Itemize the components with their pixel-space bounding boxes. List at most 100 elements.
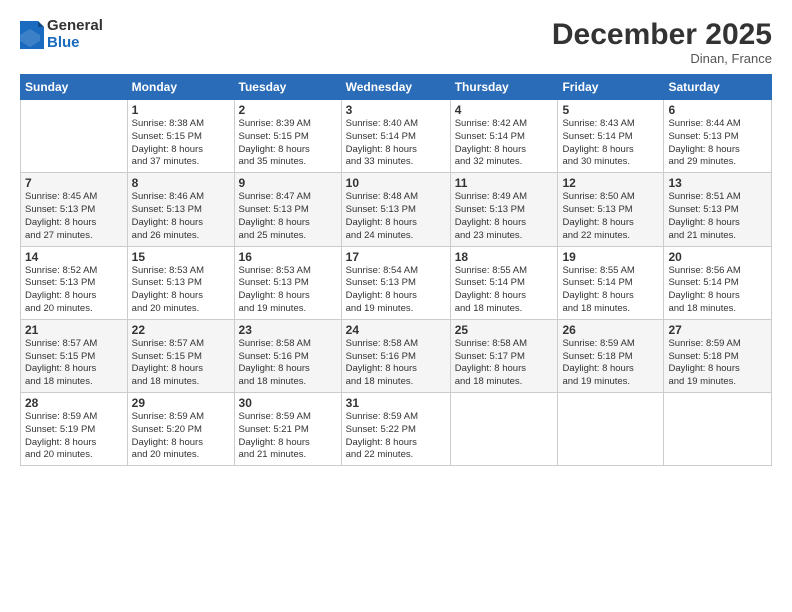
day-info-line: Daylight: 8 hours bbox=[455, 363, 554, 376]
col-wednesday: Wednesday bbox=[341, 75, 450, 100]
day-info-line: Daylight: 8 hours bbox=[668, 290, 767, 303]
table-row: 5Sunrise: 8:43 AMSunset: 5:14 PMDaylight… bbox=[558, 100, 664, 173]
table-row: 18Sunrise: 8:55 AMSunset: 5:14 PMDayligh… bbox=[450, 246, 558, 319]
logo-icon bbox=[20, 21, 44, 49]
day-info-line: Sunrise: 8:59 AM bbox=[132, 411, 230, 424]
day-info-line: Sunrise: 8:58 AM bbox=[455, 338, 554, 351]
table-row: 27Sunrise: 8:59 AMSunset: 5:18 PMDayligh… bbox=[664, 319, 772, 392]
day-info-line: Sunset: 5:13 PM bbox=[25, 277, 123, 290]
day-info-line: Daylight: 8 hours bbox=[346, 437, 446, 450]
table-row: 26Sunrise: 8:59 AMSunset: 5:18 PMDayligh… bbox=[558, 319, 664, 392]
day-number: 24 bbox=[346, 323, 446, 337]
day-info-line: and 22 minutes. bbox=[346, 449, 446, 462]
day-info-line: Daylight: 8 hours bbox=[239, 363, 337, 376]
day-info-line: and 23 minutes. bbox=[455, 230, 554, 243]
day-info-line: Daylight: 8 hours bbox=[132, 437, 230, 450]
day-info-line: Sunset: 5:16 PM bbox=[346, 351, 446, 364]
day-info-line: Sunset: 5:18 PM bbox=[668, 351, 767, 364]
calendar-week-row: 7Sunrise: 8:45 AMSunset: 5:13 PMDaylight… bbox=[21, 173, 772, 246]
day-info-line: Sunrise: 8:59 AM bbox=[668, 338, 767, 351]
day-info-line: Daylight: 8 hours bbox=[346, 290, 446, 303]
day-info-line: and 22 minutes. bbox=[562, 230, 659, 243]
table-row: 11Sunrise: 8:49 AMSunset: 5:13 PMDayligh… bbox=[450, 173, 558, 246]
col-thursday: Thursday bbox=[450, 75, 558, 100]
page: General Blue December 2025 Dinan, France… bbox=[0, 0, 792, 612]
day-info-line: Sunrise: 8:46 AM bbox=[132, 191, 230, 204]
day-info-line: Sunrise: 8:52 AM bbox=[25, 265, 123, 278]
day-info-line: Daylight: 8 hours bbox=[562, 363, 659, 376]
day-info-line: Sunset: 5:15 PM bbox=[239, 131, 337, 144]
day-number: 25 bbox=[455, 323, 554, 337]
table-row: 13Sunrise: 8:51 AMSunset: 5:13 PMDayligh… bbox=[664, 173, 772, 246]
day-info-line: Daylight: 8 hours bbox=[455, 144, 554, 157]
day-number: 12 bbox=[562, 176, 659, 190]
day-info-line: Sunrise: 8:58 AM bbox=[239, 338, 337, 351]
day-info-line: and 18 minutes. bbox=[668, 303, 767, 316]
calendar-week-row: 14Sunrise: 8:52 AMSunset: 5:13 PMDayligh… bbox=[21, 246, 772, 319]
day-info-line: and 21 minutes. bbox=[239, 449, 337, 462]
day-number: 30 bbox=[239, 396, 337, 410]
table-row: 25Sunrise: 8:58 AMSunset: 5:17 PMDayligh… bbox=[450, 319, 558, 392]
calendar-week-row: 28Sunrise: 8:59 AMSunset: 5:19 PMDayligh… bbox=[21, 393, 772, 466]
day-info-line: Sunrise: 8:38 AM bbox=[132, 118, 230, 131]
header: General Blue December 2025 Dinan, France bbox=[20, 18, 772, 66]
logo-blue-text: Blue bbox=[47, 35, 103, 52]
day-number: 26 bbox=[562, 323, 659, 337]
day-info-line: and 19 minutes. bbox=[346, 303, 446, 316]
day-info-line: and 33 minutes. bbox=[346, 156, 446, 169]
table-row: 15Sunrise: 8:53 AMSunset: 5:13 PMDayligh… bbox=[127, 246, 234, 319]
table-row: 20Sunrise: 8:56 AMSunset: 5:14 PMDayligh… bbox=[664, 246, 772, 319]
day-info-line: Sunset: 5:22 PM bbox=[346, 424, 446, 437]
calendar-week-row: 21Sunrise: 8:57 AMSunset: 5:15 PMDayligh… bbox=[21, 319, 772, 392]
day-info-line: and 20 minutes. bbox=[132, 303, 230, 316]
day-info-line: and 20 minutes. bbox=[132, 449, 230, 462]
day-info-line: Sunset: 5:13 PM bbox=[132, 204, 230, 217]
day-info-line: Sunrise: 8:55 AM bbox=[562, 265, 659, 278]
day-info-line: Daylight: 8 hours bbox=[668, 217, 767, 230]
day-info-line: Sunrise: 8:55 AM bbox=[455, 265, 554, 278]
day-info-line: Sunset: 5:19 PM bbox=[25, 424, 123, 437]
table-row: 23Sunrise: 8:58 AMSunset: 5:16 PMDayligh… bbox=[234, 319, 341, 392]
day-info-line: Daylight: 8 hours bbox=[25, 217, 123, 230]
day-number: 10 bbox=[346, 176, 446, 190]
day-info-line: and 18 minutes. bbox=[132, 376, 230, 389]
day-info-line: Sunrise: 8:53 AM bbox=[132, 265, 230, 278]
table-row: 8Sunrise: 8:46 AMSunset: 5:13 PMDaylight… bbox=[127, 173, 234, 246]
table-row: 1Sunrise: 8:38 AMSunset: 5:15 PMDaylight… bbox=[127, 100, 234, 173]
day-info-line: Sunset: 5:13 PM bbox=[346, 277, 446, 290]
day-info-line: Sunset: 5:14 PM bbox=[668, 277, 767, 290]
day-info-line: Sunset: 5:20 PM bbox=[132, 424, 230, 437]
table-row bbox=[21, 100, 128, 173]
day-info-line: Daylight: 8 hours bbox=[562, 290, 659, 303]
weekday-header-row: Sunday Monday Tuesday Wednesday Thursday… bbox=[21, 75, 772, 100]
day-info-line: Sunrise: 8:59 AM bbox=[562, 338, 659, 351]
table-row: 6Sunrise: 8:44 AMSunset: 5:13 PMDaylight… bbox=[664, 100, 772, 173]
day-info-line: Sunset: 5:21 PM bbox=[239, 424, 337, 437]
logo: General Blue bbox=[20, 18, 103, 51]
day-info-line: and 30 minutes. bbox=[562, 156, 659, 169]
day-info-line: Sunrise: 8:47 AM bbox=[239, 191, 337, 204]
day-info-line: Sunrise: 8:42 AM bbox=[455, 118, 554, 131]
day-info-line: Sunrise: 8:45 AM bbox=[25, 191, 123, 204]
day-info-line: Daylight: 8 hours bbox=[239, 217, 337, 230]
location: Dinan, France bbox=[552, 51, 772, 66]
day-info-line: Sunrise: 8:49 AM bbox=[455, 191, 554, 204]
day-info-line: Sunset: 5:14 PM bbox=[562, 277, 659, 290]
title-block: December 2025 Dinan, France bbox=[552, 18, 772, 66]
day-info-line: Sunset: 5:15 PM bbox=[132, 351, 230, 364]
day-info-line: Daylight: 8 hours bbox=[562, 144, 659, 157]
day-info-line: Daylight: 8 hours bbox=[25, 437, 123, 450]
day-number: 21 bbox=[25, 323, 123, 337]
calendar: Sunday Monday Tuesday Wednesday Thursday… bbox=[20, 74, 772, 466]
col-friday: Friday bbox=[558, 75, 664, 100]
day-info-line: Daylight: 8 hours bbox=[239, 437, 337, 450]
day-info-line: and 25 minutes. bbox=[239, 230, 337, 243]
table-row: 29Sunrise: 8:59 AMSunset: 5:20 PMDayligh… bbox=[127, 393, 234, 466]
day-info-line: Sunset: 5:13 PM bbox=[562, 204, 659, 217]
day-info-line: Daylight: 8 hours bbox=[455, 217, 554, 230]
table-row: 17Sunrise: 8:54 AMSunset: 5:13 PMDayligh… bbox=[341, 246, 450, 319]
day-info-line: Daylight: 8 hours bbox=[346, 144, 446, 157]
day-info-line: Sunset: 5:13 PM bbox=[239, 277, 337, 290]
month-title: December 2025 bbox=[552, 18, 772, 51]
day-number: 8 bbox=[132, 176, 230, 190]
